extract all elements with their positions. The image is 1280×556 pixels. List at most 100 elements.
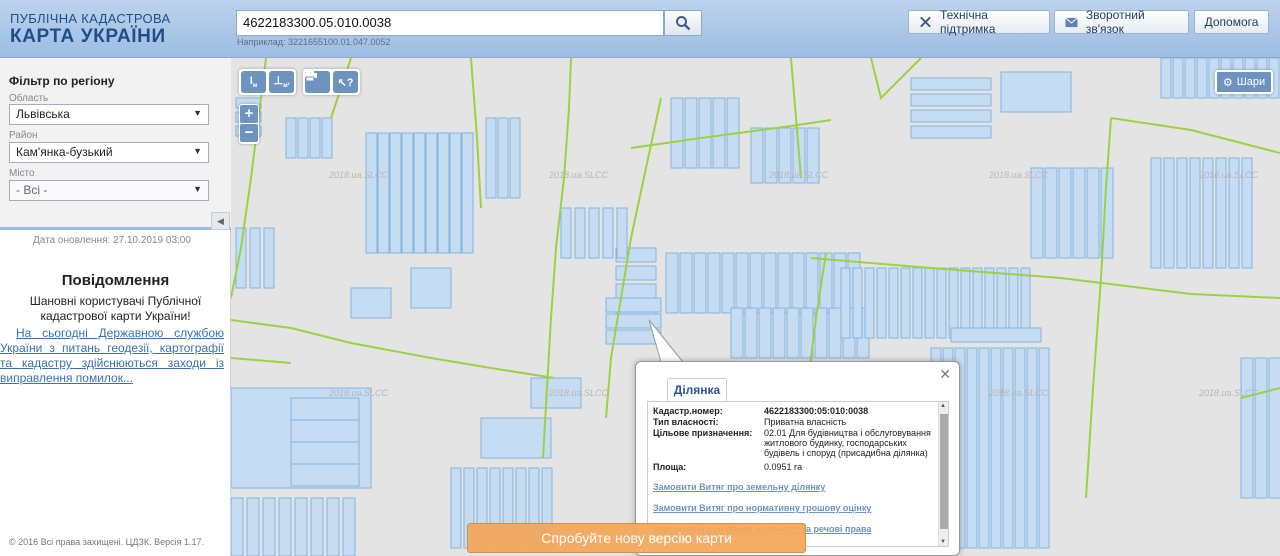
purpose-value: 02.01 Для будівництва і обслуговування ж… [764, 428, 931, 458]
info-row-area: Площа: 0.0951 га [653, 462, 934, 472]
layers-button[interactable]: ⚙ Шари [1215, 70, 1273, 94]
watermark-text: 2018.ua.SLCC [988, 170, 1049, 180]
district-select[interactable]: Кам'янка-бузький ▼ [9, 142, 209, 163]
measure-area-button[interactable]: ⊥м² [269, 71, 294, 93]
parcel [665, 252, 679, 314]
scroll-up-icon[interactable]: ▲ [940, 403, 946, 409]
parcel [805, 252, 819, 314]
parcel [425, 132, 438, 254]
parcel [758, 307, 772, 359]
dropdown-arrow-icon: ▼ [193, 108, 202, 118]
parcel [852, 267, 863, 339]
scrollbar-thumb[interactable] [940, 414, 948, 529]
city-label: Місто [9, 168, 35, 179]
parcel [828, 307, 842, 359]
parcel [605, 297, 662, 313]
order-extract-link[interactable]: Замовити Витяг про земельну ділянку [653, 482, 825, 492]
parcel [693, 252, 707, 314]
parcel [389, 132, 402, 254]
parcel [588, 207, 600, 259]
district-label: Район [9, 130, 38, 141]
parcel [730, 307, 744, 359]
envelope-icon [1065, 17, 1078, 27]
chevron-left-icon: ◀ [217, 215, 224, 226]
city-value: - Всі - [16, 183, 48, 197]
ownership-label: Тип власності: [653, 417, 719, 427]
parcel [1072, 167, 1086, 259]
parcel [321, 117, 333, 159]
parcel [1254, 357, 1268, 499]
area-icon: ⊥м² [273, 75, 290, 90]
support-button[interactable]: Технічна підтримка [908, 8, 1050, 36]
city-select[interactable]: - Всі - ▼ [9, 180, 209, 201]
parcel [377, 132, 390, 254]
help-button[interactable]: Допомога [1194, 10, 1269, 34]
parcel [1086, 167, 1100, 259]
feedback-button[interactable]: Зворотний зв'язок [1054, 8, 1189, 36]
parcel [1176, 157, 1188, 269]
logo[interactable]: ПУБЛІЧНА КАДАСТРОВА КАРТА УКРАЇНИ [10, 12, 170, 48]
notice-link[interactable]: На сьогодні Державною службою України з … [0, 326, 224, 386]
parcel [263, 227, 275, 289]
search-input[interactable]: 4622183300.05.010.0038 [236, 10, 664, 36]
parcel [763, 252, 777, 314]
measure-line-button[interactable]: Iм [241, 71, 266, 93]
order-valuation-link[interactable]: Замовити Витяг про нормативну грошову оц… [653, 503, 871, 513]
parcel [574, 207, 586, 259]
dropdown-arrow-icon: ▼ [193, 146, 202, 156]
parcel [876, 267, 887, 339]
collapse-sidebar-button[interactable]: ◀ [211, 212, 230, 230]
tools-toolbar: ↖? [303, 69, 360, 95]
logo-line1: ПУБЛІЧНА КАДАСТРОВА [10, 11, 171, 26]
parcel [1026, 347, 1038, 549]
parcel [615, 265, 657, 281]
logo-line2: КАРТА УКРАЇНИ [10, 26, 166, 47]
watermark-text: 2018.ua.SLCC [548, 170, 609, 180]
parcel [235, 227, 247, 289]
try-new-version-button[interactable]: Спробуйте нову версію карти [467, 523, 806, 553]
zoom-out-button[interactable]: − [240, 124, 258, 142]
parcel [290, 397, 360, 421]
parcel [966, 347, 978, 549]
parcel [326, 497, 340, 556]
parcel [910, 125, 992, 139]
parcel [1150, 157, 1162, 269]
support-label: Технічна підтримка [939, 8, 996, 36]
close-icon[interactable]: ✕ [939, 366, 951, 383]
parcel [900, 267, 911, 339]
parcel [670, 97, 684, 169]
popup-scrollbar[interactable]: ▲ ▼ [938, 402, 948, 546]
parcel [749, 252, 763, 314]
printer-icon [303, 69, 317, 81]
copyright: © 2016 Всі права захищені. ЦДЗК. Версія … [9, 537, 205, 547]
parcel [602, 207, 614, 259]
parcel [1172, 58, 1184, 99]
zoom-in-button[interactable]: + [240, 105, 258, 123]
identify-button[interactable]: ↖? [333, 71, 358, 93]
region-select[interactable]: Львівська ▼ [9, 104, 209, 125]
parcel [1044, 167, 1058, 259]
search-hint: Наприклад: 3221655100.01.047.0052 [237, 37, 391, 47]
watermark-text: 2018.ua.SLCC [768, 170, 829, 180]
tab-parcel[interactable]: Ділянка [667, 378, 727, 401]
update-date: Дата оновлення: 27.10.2019 03:00 [33, 235, 191, 246]
parcel [777, 252, 791, 314]
watermark-text: 2018.ua.SLCC [328, 388, 389, 398]
search-button[interactable] [664, 10, 702, 36]
parcel [290, 441, 360, 465]
parcel [450, 467, 462, 549]
gear-icon: ⚙ [1222, 76, 1233, 89]
parcel [864, 267, 875, 339]
parcel [497, 117, 509, 199]
parcel [278, 497, 292, 556]
district-value: Кам'янка-бузький [16, 145, 113, 159]
parcel [231, 497, 244, 556]
help-label: Допомога [1204, 15, 1259, 29]
parcel [1163, 157, 1175, 269]
parcel [786, 307, 800, 359]
scroll-down-icon[interactable]: ▼ [940, 539, 946, 545]
parcel [410, 267, 452, 309]
print-button[interactable] [303, 69, 330, 93]
parcel [285, 117, 297, 159]
parcel [912, 267, 923, 339]
